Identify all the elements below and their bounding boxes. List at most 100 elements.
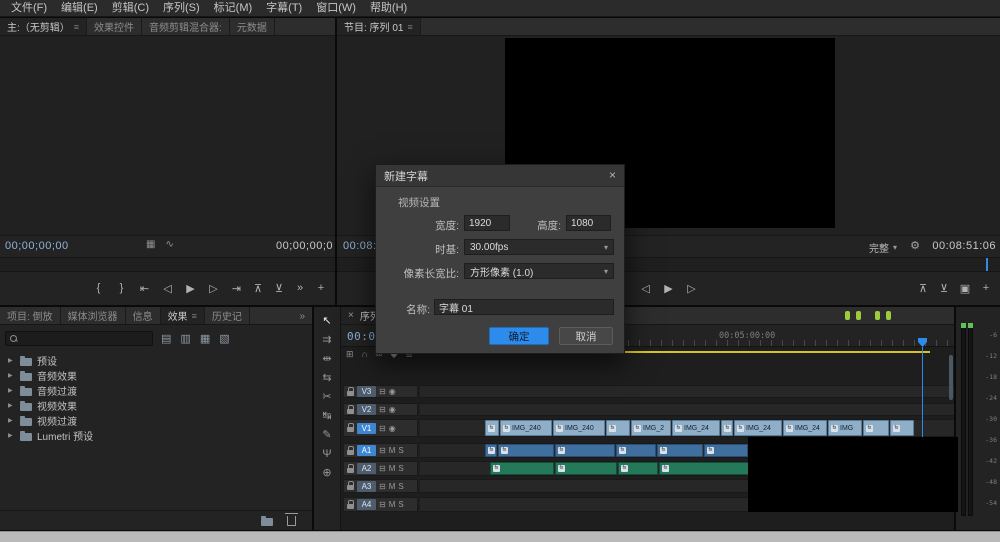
audio-clip[interactable]: fx (659, 462, 749, 475)
panel-menu-icon[interactable]: ≡ (74, 22, 79, 32)
video-clip[interactable]: fx (606, 420, 630, 436)
track-label-a2[interactable]: A2 (357, 463, 376, 474)
export-frame-button[interactable]: ▣ (959, 282, 971, 295)
pen-tool[interactable]: ✎ (322, 429, 331, 441)
menu-item[interactable]: 字幕(T) (259, 0, 309, 17)
menu-item[interactable]: 帮助(H) (363, 0, 414, 17)
height-field[interactable] (566, 215, 611, 231)
sync-lock-icon[interactable]: ⊟ (379, 464, 386, 473)
zoom-level-select[interactable]: 完整 ▾ (869, 240, 897, 255)
pixel-aspect-select[interactable]: 方形像素 (1.0) ▾ (464, 263, 614, 279)
chevron-right-icon[interactable]: ▶ (8, 387, 15, 394)
menu-item[interactable]: 序列(S) (156, 0, 207, 17)
effects-bin-presets[interactable]: ▶ 预设 (0, 353, 306, 368)
mute-button[interactable]: M (389, 464, 396, 473)
effects-bin-lumetri-presets[interactable]: ▶ Lumetri 预设 (0, 428, 306, 443)
video-clip[interactable]: fx (863, 420, 889, 436)
nest-toggle-icon[interactable]: ⊞ (346, 349, 354, 360)
hand-tool[interactable]: Ψ (322, 448, 331, 460)
effects-bin-audio-transitions[interactable]: ▶ 音频过渡 (0, 383, 306, 398)
track-lane-v2[interactable] (420, 403, 954, 416)
track-output-icon[interactable]: ◉ (389, 405, 396, 414)
panel-menu-icon[interactable]: ≡ (192, 311, 197, 321)
track-lane-v1[interactable]: fx fx IMG_240 fx IMG_240 fx fx IMG_2 fx … (420, 419, 954, 437)
audio-clip[interactable]: fx (616, 444, 656, 457)
solo-button[interactable]: S (398, 446, 403, 455)
track-label-v3[interactable]: V3 (357, 386, 376, 397)
source-scrub-bar[interactable] (0, 257, 335, 272)
step-forward-button[interactable]: ▷ (686, 282, 698, 295)
button-editor-button[interactable]: + (315, 282, 327, 294)
sync-lock-icon[interactable]: ⊟ (379, 482, 386, 491)
track-label-a1[interactable]: A1 (357, 445, 376, 456)
accelerated-effects-filter-icon[interactable]: ▤ (161, 332, 171, 345)
audio-clip[interactable]: fx (704, 444, 748, 457)
insert-button[interactable]: ⊼ (252, 282, 264, 295)
audio-clip[interactable]: fx (498, 444, 554, 457)
tab-history[interactable]: 历史记 ≡ (204, 307, 250, 324)
menu-item[interactable]: 编辑(E) (54, 0, 105, 17)
track-label-a3[interactable]: A3 (357, 480, 376, 492)
chevron-right-icon[interactable]: ▶ (8, 357, 15, 364)
timebase-select[interactable]: 30.00fps ▾ (464, 239, 614, 255)
IMG_240[interactable]: fx IMG_240 (553, 420, 605, 436)
32bit-color-filter-icon[interactable]: ▥ (180, 332, 190, 345)
panel-menu-icon[interactable]: ≡ (407, 22, 412, 32)
track-header-a4[interactable]: A4 ⊟ M S (343, 497, 418, 512)
track-header-v2[interactable]: V2 ⊟ ◉ (343, 403, 418, 416)
mute-button[interactable]: M (389, 446, 396, 455)
IMG_24[interactable]: fx IMG_24 (672, 420, 720, 436)
close-icon[interactable]: × (609, 168, 616, 182)
timeline-vertical-scrollbar[interactable] (949, 355, 953, 400)
selection-tool[interactable]: ↖ (322, 315, 331, 327)
lock-icon[interactable] (347, 386, 354, 396)
source-current-timecode[interactable]: 00;00;00;00 (5, 240, 69, 252)
track-label-v2[interactable]: V2 (357, 404, 376, 415)
chevron-right-icon[interactable]: ▶ (8, 402, 15, 409)
lift-button[interactable]: ⊼ (917, 282, 929, 295)
caption-name-field[interactable] (434, 299, 614, 315)
track-select-forward-tool[interactable]: ⇉ (322, 334, 331, 346)
mute-button[interactable]: M (389, 500, 396, 509)
step-back-button[interactable]: ◁ (640, 282, 652, 295)
lock-icon[interactable] (347, 481, 354, 490)
more-buttons[interactable]: » (294, 282, 306, 294)
chevron-right-icon[interactable]: ▶ (8, 432, 15, 439)
tab-program-monitor[interactable]: 节目: 序列 01 ≡ (337, 18, 421, 35)
chevron-right-icon[interactable]: ▶ (8, 372, 15, 379)
width-field[interactable] (464, 215, 510, 231)
effects-bin-audio-effects[interactable]: ▶ 音频效果 (0, 368, 306, 383)
ripple-edit-tool[interactable]: ⇹ (322, 353, 331, 365)
tab-effect-controls[interactable]: 效果控件 ≡ (87, 18, 143, 35)
IMG_24[interactable]: fx IMG_24 (783, 420, 827, 436)
settings-wrench-icon[interactable]: ⚙ (910, 239, 920, 252)
menu-item[interactable]: 标记(M) (207, 0, 260, 17)
lock-icon[interactable] (347, 404, 354, 414)
go-to-out-button[interactable]: ⇥ (231, 282, 243, 295)
play-button[interactable]: ▶ (185, 282, 197, 295)
IMG_24[interactable]: fx IMG_24 (734, 420, 782, 436)
timeline-timecode[interactable]: 00:0 (347, 330, 376, 343)
IMG_2[interactable]: fx IMG_2 (631, 420, 671, 436)
zoom-tool[interactable]: ⊕ (322, 467, 331, 479)
step-back-button[interactable]: ◁ (162, 282, 174, 295)
tab-source-master[interactable]: 主:（无剪辑） ≡ (0, 18, 88, 35)
delete-icon[interactable] (285, 512, 298, 526)
track-label-v1[interactable]: V1 (357, 422, 376, 434)
lock-icon[interactable] (347, 423, 354, 432)
mark-out-button[interactable]: } (116, 282, 128, 295)
extract-button[interactable]: ⊻ (938, 282, 950, 295)
yuv-effects-filter-icon[interactable]: ▦ (200, 332, 210, 345)
go-to-in-button[interactable]: ⇤ (139, 282, 151, 295)
menu-item[interactable]: 文件(F) (4, 0, 54, 17)
tab-overflow-icon[interactable]: » (299, 309, 310, 322)
razor-tool[interactable]: ✂ (322, 391, 331, 403)
track-label-a4[interactable]: A4 (357, 499, 376, 510)
lock-icon[interactable] (347, 445, 354, 455)
solo-button[interactable]: S (398, 500, 403, 509)
new-bin-icon[interactable] (261, 515, 273, 526)
tab-info[interactable]: 信息 ≡ (125, 307, 161, 324)
track-header-a3[interactable]: A3 ⊟ M S (343, 479, 418, 493)
video-clip[interactable]: fx (485, 420, 499, 436)
tab-media-browser[interactable]: 媒体浏览器 ≡ (60, 307, 126, 324)
